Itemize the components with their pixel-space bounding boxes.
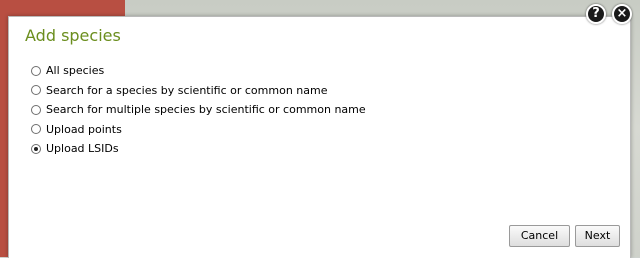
add-species-dialog: Add species All species Search for a spe… <box>8 16 631 258</box>
option-label: Search for a species by scientific or co… <box>46 83 328 97</box>
help-icon[interactable]: ? <box>586 4 606 24</box>
option-search-single[interactable]: Search for a species by scientific or co… <box>31 81 366 101</box>
option-upload-lsids[interactable]: Upload LSIDs <box>31 139 366 159</box>
option-upload-points[interactable]: Upload points <box>31 120 366 140</box>
radio-search-multiple[interactable] <box>31 104 41 115</box>
background-panel-edge <box>0 22 8 257</box>
option-all-species[interactable]: All species <box>31 61 366 81</box>
cancel-button[interactable]: Cancel <box>509 225 570 247</box>
species-option-list: All species Search for a species by scie… <box>31 61 366 159</box>
close-icon[interactable]: × <box>612 4 632 24</box>
radio-search-single[interactable] <box>31 85 41 96</box>
next-button[interactable]: Next <box>575 225 620 247</box>
radio-upload-lsids[interactable] <box>31 143 41 154</box>
option-label: Upload LSIDs <box>46 142 119 156</box>
dialog-title: Add species <box>25 26 121 45</box>
option-label: Search for multiple species by scientifi… <box>46 103 366 117</box>
radio-upload-points[interactable] <box>31 124 41 135</box>
option-label: All species <box>46 64 105 78</box>
radio-all-species[interactable] <box>31 65 41 76</box>
option-label: Upload points <box>46 122 122 136</box>
option-search-multiple[interactable]: Search for multiple species by scientifi… <box>31 100 366 120</box>
